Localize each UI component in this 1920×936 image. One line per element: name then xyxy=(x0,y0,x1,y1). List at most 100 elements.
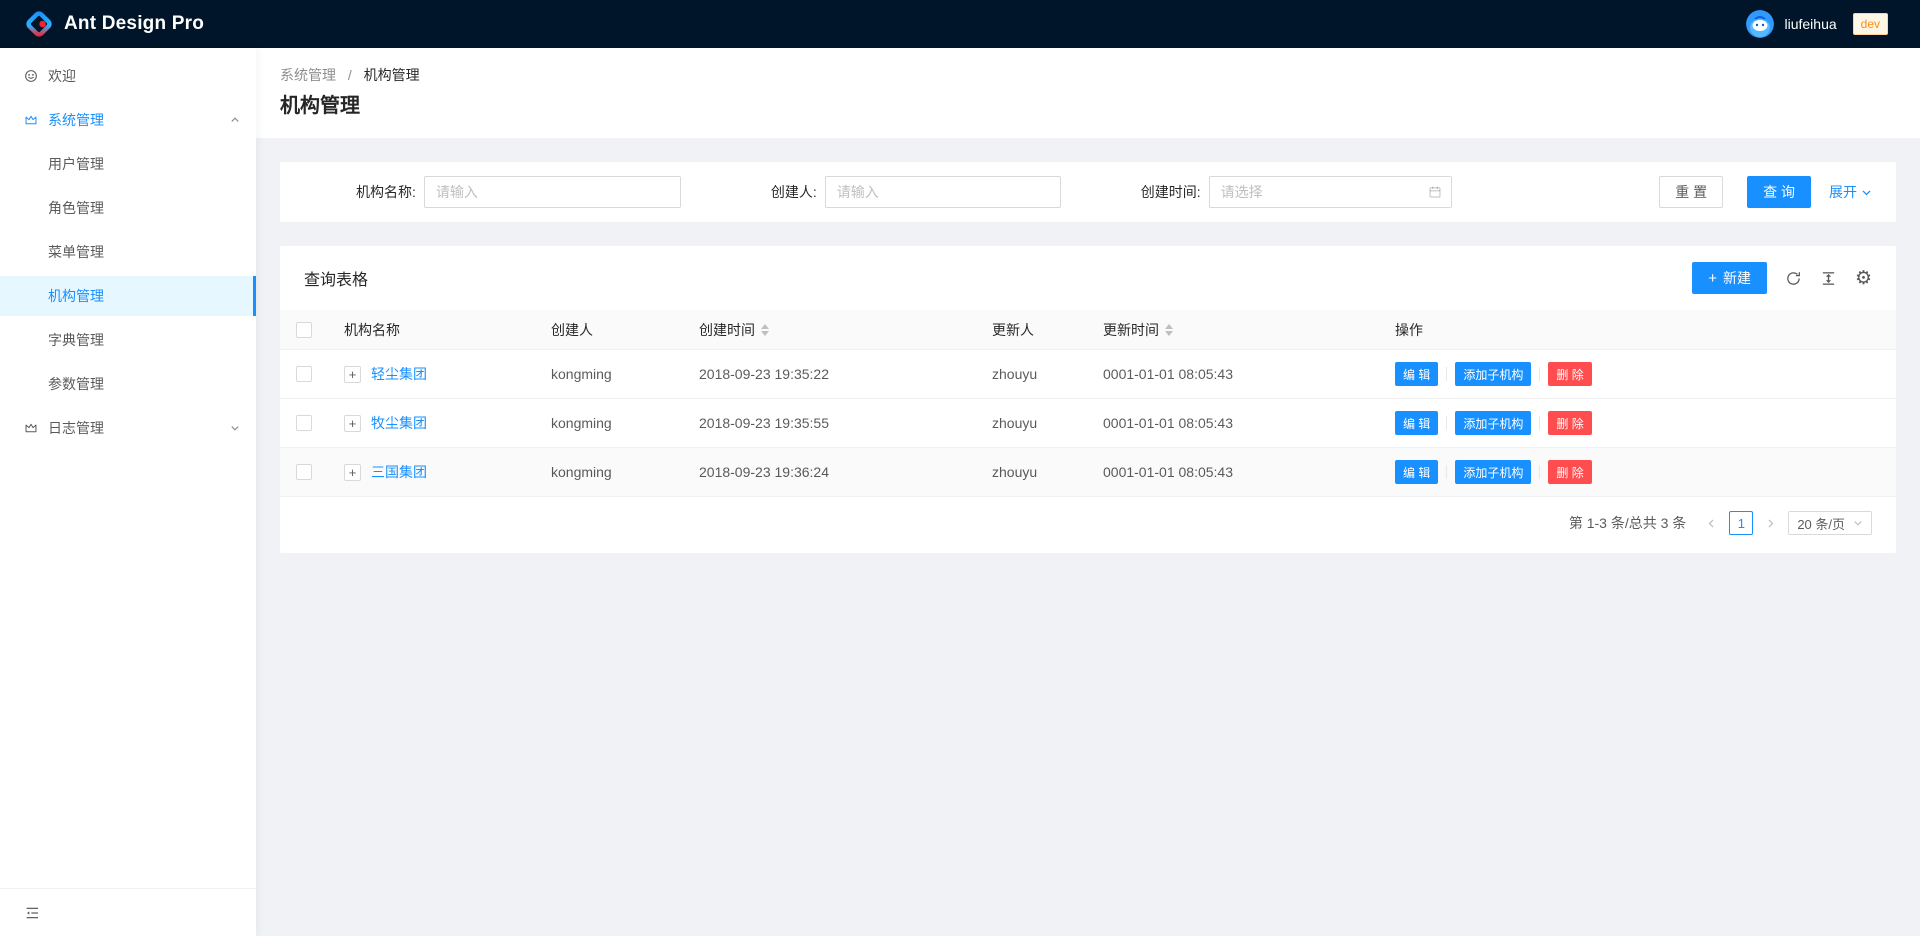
crown-icon xyxy=(24,421,38,435)
column-header-created-label: 创建时间 xyxy=(699,320,755,340)
vertical-divider xyxy=(1446,465,1447,479)
chevron-down-icon xyxy=(1853,518,1863,528)
expand-filter-link[interactable]: 展开 xyxy=(1829,182,1872,202)
sidebar-item-label: 日志管理 xyxy=(48,418,104,438)
column-header-name: 机构名称 xyxy=(328,320,535,340)
creator-cell: kongming xyxy=(535,415,683,431)
brand[interactable]: Ant Design Pro xyxy=(16,9,204,39)
breadcrumb-separator: / xyxy=(348,67,352,83)
env-tag: dev xyxy=(1853,13,1888,35)
creator-label: 创建人: xyxy=(771,182,817,202)
query-button[interactable]: 查 询 xyxy=(1747,176,1811,208)
column-header-updated[interactable]: 更新时间 xyxy=(1103,320,1173,340)
creator-cell: kongming xyxy=(535,366,683,382)
page-size-value: 20 条/页 xyxy=(1797,514,1845,533)
delete-button[interactable]: 删 除 xyxy=(1548,460,1591,484)
sidebar-submenu-log[interactable]: 日志管理 xyxy=(0,408,256,448)
sidebar-item-label: 角色管理 xyxy=(48,198,104,218)
updater-cell: zhouyu xyxy=(976,464,1087,480)
app-title: Ant Design Pro xyxy=(64,13,204,35)
sidebar-item-param-mgmt[interactable]: 参数管理 xyxy=(0,364,256,404)
column-header-creator: 创建人 xyxy=(535,320,683,340)
row-checkbox[interactable] xyxy=(296,415,312,431)
page-title: 机构管理 xyxy=(280,92,1896,120)
next-page-button[interactable] xyxy=(1761,518,1780,529)
user-avatar[interactable] xyxy=(1746,10,1774,38)
sidebar-item-dict-mgmt[interactable]: 字典管理 xyxy=(0,320,256,360)
sidebar-item-label: 系统管理 xyxy=(48,110,104,130)
sidebar-item-user-mgmt[interactable]: 用户管理 xyxy=(0,144,256,184)
sorter-icon xyxy=(1165,324,1173,336)
vertical-divider xyxy=(1539,416,1540,430)
sidebar-item-label: 机构管理 xyxy=(48,286,104,306)
column-header-created[interactable]: 创建时间 xyxy=(699,320,769,340)
sidebar-item-menu-mgmt[interactable]: 菜单管理 xyxy=(0,232,256,272)
sidebar-item-org-mgmt[interactable]: 机构管理 xyxy=(0,276,256,316)
page-size-select[interactable]: 20 条/页 xyxy=(1788,511,1872,535)
page-number-button[interactable]: 1 xyxy=(1729,511,1753,535)
select-all-checkbox[interactable] xyxy=(296,322,312,338)
updated-cell: 0001-01-01 08:05:43 xyxy=(1087,464,1379,480)
column-header-actions: 操作 xyxy=(1379,320,1896,340)
updated-cell: 0001-01-01 08:05:43 xyxy=(1087,366,1379,382)
vertical-divider xyxy=(1539,367,1540,381)
org-name-label: 机构名称: xyxy=(356,182,416,202)
delete-button[interactable]: 删 除 xyxy=(1548,411,1591,435)
row-checkbox[interactable] xyxy=(296,464,312,480)
sidebar-submenu-system[interactable]: 系统管理 xyxy=(0,100,256,140)
edit-button[interactable]: 编 辑 xyxy=(1395,460,1438,484)
org-name-link[interactable]: 轻尘集团 xyxy=(371,364,427,384)
pagination-total: 第 1-3 条/总共 3 条 xyxy=(1569,513,1686,533)
prev-page-button[interactable] xyxy=(1702,518,1721,529)
search-form: 机构名称: 创建人: 创建时间: xyxy=(280,162,1896,222)
plus-icon: + xyxy=(1708,271,1717,286)
vertical-divider xyxy=(1446,367,1447,381)
sorter-icon xyxy=(761,324,769,336)
created-cell: 2018-09-23 19:35:22 xyxy=(683,366,976,382)
density-icon[interactable] xyxy=(1820,270,1837,287)
sidebar-item-label: 欢迎 xyxy=(48,66,76,86)
sidebar-item-label: 菜单管理 xyxy=(48,242,104,262)
smile-icon xyxy=(24,69,38,83)
new-button-label: 新建 xyxy=(1723,268,1751,288)
chevron-down-icon xyxy=(230,423,240,433)
sidebar-item-welcome[interactable]: 欢迎 xyxy=(0,56,256,96)
updated-cell: 0001-01-01 08:05:43 xyxy=(1087,415,1379,431)
org-name-input[interactable] xyxy=(424,176,681,208)
breadcrumb-parent[interactable]: 系统管理 xyxy=(280,67,336,83)
vertical-divider xyxy=(1446,416,1447,430)
breadcrumb: 系统管理 / 机构管理 xyxy=(280,64,1896,86)
reset-button[interactable]: 重 置 xyxy=(1659,176,1723,208)
creator-cell: kongming xyxy=(535,464,683,480)
updater-cell: zhouyu xyxy=(976,366,1087,382)
edit-button[interactable]: 编 辑 xyxy=(1395,411,1438,435)
sidebar-item-role-mgmt[interactable]: 角色管理 xyxy=(0,188,256,228)
reload-icon[interactable] xyxy=(1785,270,1802,287)
row-checkbox[interactable] xyxy=(296,366,312,382)
delete-button[interactable]: 删 除 xyxy=(1548,362,1591,386)
new-button[interactable]: + 新建 xyxy=(1692,262,1767,294)
created-at-label: 创建时间: xyxy=(1141,182,1201,202)
table-card: 查询表格 + 新建 xyxy=(280,246,1896,553)
add-child-org-button[interactable]: 添加子机构 xyxy=(1455,362,1531,386)
expand-row-icon[interactable]: + xyxy=(344,464,361,481)
org-name-link[interactable]: 三国集团 xyxy=(371,462,427,482)
expand-row-icon[interactable]: + xyxy=(344,366,361,383)
add-child-org-button[interactable]: 添加子机构 xyxy=(1455,460,1531,484)
org-name-link[interactable]: 牧尘集团 xyxy=(371,413,427,433)
column-header-updater: 更新人 xyxy=(976,320,1087,340)
username[interactable]: liufeihua xyxy=(1784,16,1836,32)
menu-fold-icon[interactable] xyxy=(24,905,40,921)
add-child-org-button[interactable]: 添加子机构 xyxy=(1455,411,1531,435)
app-header: Ant Design Pro liufeihua dev xyxy=(0,0,1920,48)
edit-button[interactable]: 编 辑 xyxy=(1395,362,1438,386)
expand-row-icon[interactable]: + xyxy=(344,415,361,432)
sidebar-item-label: 字典管理 xyxy=(48,330,104,350)
creator-input[interactable] xyxy=(825,176,1061,208)
created-at-datepicker[interactable] xyxy=(1209,176,1452,208)
vertical-divider xyxy=(1539,465,1540,479)
chevron-up-icon xyxy=(230,115,240,125)
crown-icon xyxy=(24,113,38,127)
created-cell: 2018-09-23 19:36:24 xyxy=(683,464,976,480)
gear-icon[interactable]: ⚙ xyxy=(1855,269,1872,288)
